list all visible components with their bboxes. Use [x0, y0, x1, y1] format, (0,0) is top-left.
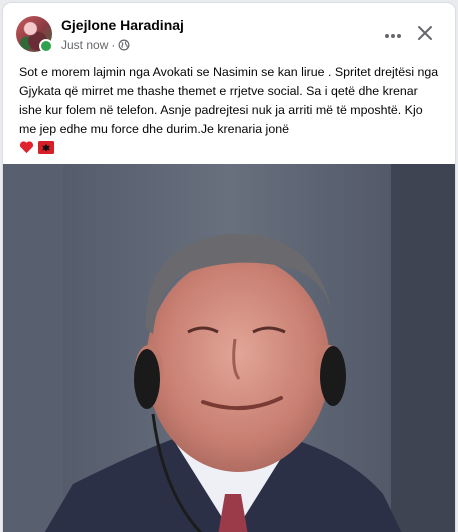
post-meta: Just now ·: [61, 38, 130, 52]
post-photo[interactable]: [3, 164, 455, 532]
post-timestamp[interactable]: Just now: [61, 38, 108, 52]
more-options-button[interactable]: [377, 21, 409, 49]
more-horizontal-icon: [383, 26, 403, 44]
photo-illustration: [3, 164, 455, 532]
facebook-post-card: Gjejlone Haradinaj Just now · Sot e more…: [3, 3, 455, 532]
globe-icon[interactable]: [118, 39, 130, 51]
albania-flag-emoji: [38, 140, 54, 160]
meta-separator: ·: [111, 38, 116, 52]
close-post-button[interactable]: [409, 21, 441, 49]
close-icon: [417, 25, 433, 46]
post-emojis: [19, 140, 443, 160]
online-status-indicator: [39, 39, 53, 53]
post-message: Sot e morem lajmin nga Avokati se Nasimi…: [19, 65, 439, 136]
author-avatar[interactable]: [16, 16, 53, 53]
post-body: Sot e morem lajmin nga Avokati se Nasimi…: [19, 63, 443, 160]
post-header: Gjejlone Haradinaj Just now ·: [3, 3, 455, 53]
red-heart-emoji: [19, 140, 34, 160]
author-name[interactable]: Gjejlone Haradinaj: [61, 17, 184, 33]
